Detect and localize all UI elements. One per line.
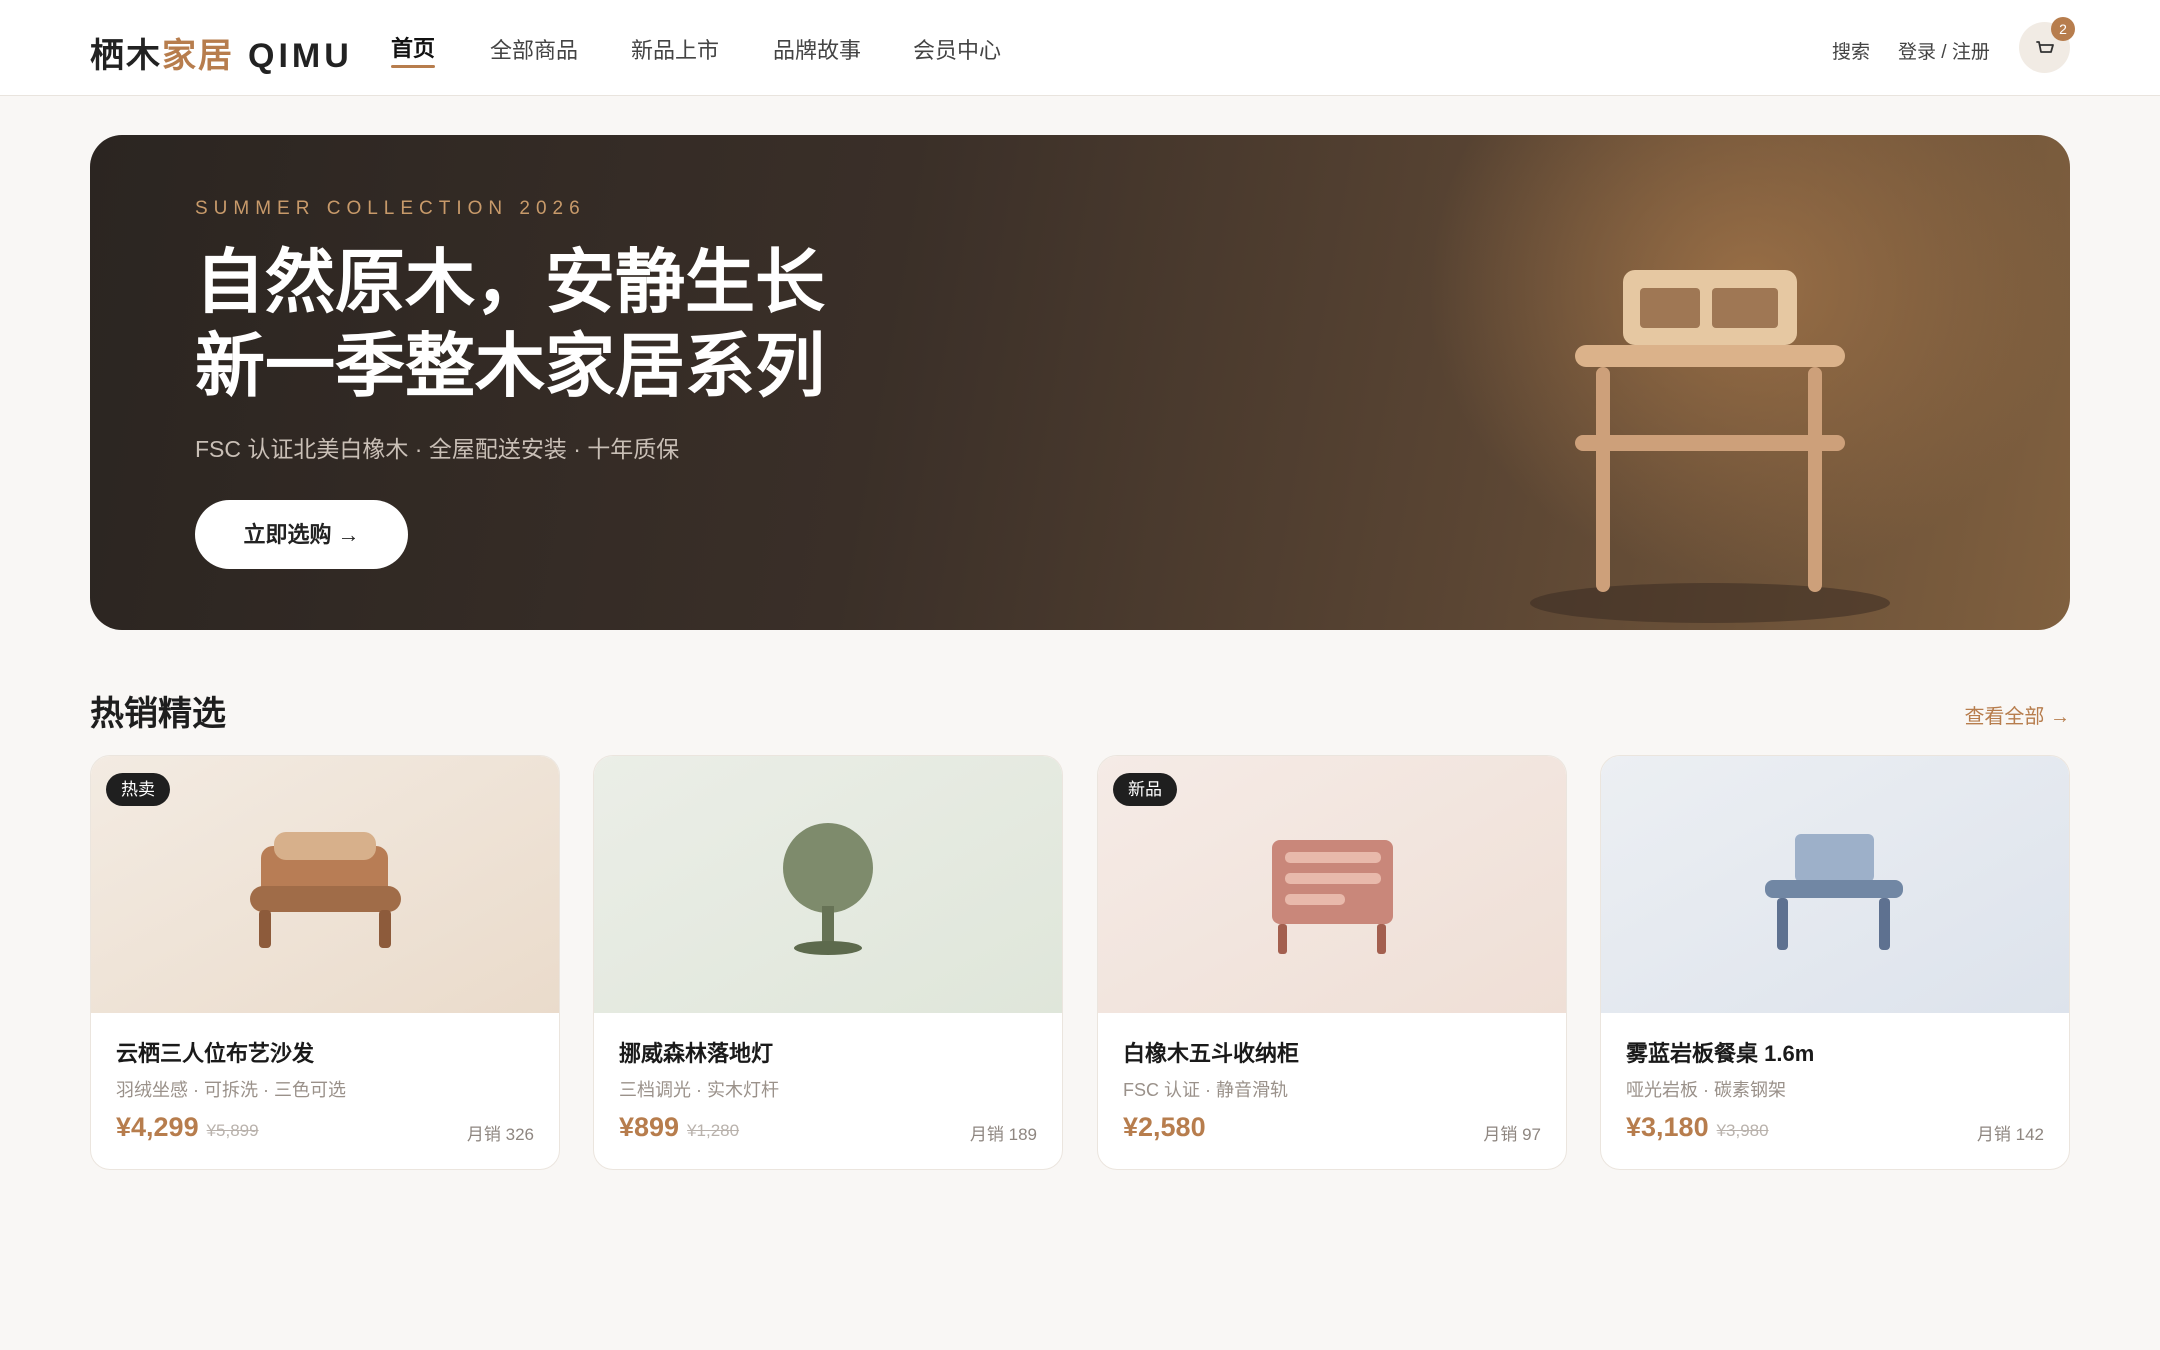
product-old-price: ¥3,980 <box>1716 1121 1769 1140</box>
product-price: ¥2,580 <box>1123 1112 1206 1142</box>
view-all-link[interactable]: 查看全部 → <box>1964 700 2070 729</box>
product-name: 雾蓝岩板餐桌 1.6m <box>1626 1041 1815 1066</box>
nav-item-home[interactable]: 首页 <box>391 31 436 68</box>
product-price-row: ¥2,580 <box>1123 1112 1206 1143</box>
hero-eyebrow: SUMMER COLLECTION 2026 <box>195 198 586 219</box>
product-price: ¥899 <box>619 1112 680 1142</box>
hero-subtitle: FSC 认证北美白橡木 · 全屋配送安装 · 十年质保 <box>195 436 680 462</box>
logo-text-1: 栖木 <box>90 37 162 75</box>
product-price-row: ¥4,299 ¥5,899 <box>116 1112 259 1143</box>
hero-title-line-1: 自然原木，安静生长 <box>195 243 825 321</box>
product-price: ¥3,180 <box>1626 1112 1709 1142</box>
hero-title: 自然原木，安静生长 新一季整木家居系列 <box>195 240 825 408</box>
table-illustration <box>1601 756 2069 1013</box>
search-link[interactable]: 搜索 <box>1832 37 1870 64</box>
product-card-table[interactable]: 雾蓝岩板餐桌 1.6m 哑光岩板 · 碳素钢架 ¥3,180 ¥3,980 月销 … <box>1600 755 2070 1170</box>
nav-item-brand-story[interactable]: 品牌故事 <box>773 33 861 65</box>
hero-title-line-2: 新一季整木家居系列 <box>195 327 825 405</box>
logo-latin: QIMU <box>248 37 353 75</box>
product-sales: 月销 189 <box>969 1125 1037 1144</box>
login-register-link[interactable]: 登录 / 注册 <box>1898 37 1990 64</box>
logo-text-2: 家居 <box>162 37 234 75</box>
product-price-row: ¥899 ¥1,280 <box>619 1112 739 1143</box>
lamp-illustration <box>594 756 1062 1013</box>
product-sales: 月销 326 <box>466 1125 534 1144</box>
product-price-row: ¥3,180 ¥3,980 <box>1626 1112 1769 1143</box>
product-card-lamp[interactable]: 挪威森林落地灯 三档调光 · 实木灯杆 ¥899 ¥1,280 月销 189 <box>593 755 1063 1170</box>
nav-item-new-arrivals[interactable]: 新品上市 <box>631 33 719 65</box>
shop-now-button[interactable]: 立即选购 → <box>195 500 408 569</box>
product-old-price: ¥1,280 <box>687 1121 740 1140</box>
nav-item-all-products[interactable]: 全部商品 <box>490 33 578 65</box>
product-name: 白橡木五斗收纳柜 <box>1123 1041 1300 1066</box>
top-header: 栖木家居 QIMU 首页 全部商品 新品上市 品牌故事 会员中心 搜索 登录 / … <box>0 0 2160 96</box>
product-desc: 哑光岩板 · 碳素钢架 <box>1626 1080 1786 1100</box>
brand-logo[interactable]: 栖木家居 QIMU <box>90 28 353 77</box>
product-old-price: ¥5,899 <box>206 1121 259 1140</box>
product-price: ¥4,299 <box>116 1112 199 1142</box>
product-desc: 羽绒坐感 · 可拆洗 · 三色可选 <box>116 1080 346 1100</box>
nav-label: 首页 <box>391 36 436 61</box>
section-title: 热销精选 <box>90 695 226 733</box>
product-sales: 月销 97 <box>1483 1125 1541 1144</box>
product-desc: 三档调光 · 实木灯杆 <box>619 1080 779 1100</box>
product-name: 挪威森林落地灯 <box>619 1041 774 1066</box>
nav-item-membership[interactable]: 会员中心 <box>913 33 1001 65</box>
active-nav-indicator <box>391 65 436 68</box>
product-card-sofa[interactable]: 热卖 云栖三人位布艺沙发 羽绒坐感 · 可拆洗 · 三色可选 ¥4,299 ¥5,… <box>90 755 560 1170</box>
hero-banner: SUMMER COLLECTION 2026 自然原木，安静生长 新一季整木家居… <box>90 135 2070 630</box>
product-card-cabinet[interactable]: 新品 白橡木五斗收纳柜 FSC 认证 · 静音滑轨 ¥2,580 月销 97 <box>1097 755 1567 1170</box>
product-name: 云栖三人位布艺沙发 <box>116 1041 315 1066</box>
cart-count-badge: 2 <box>2051 17 2075 41</box>
cart-icon <box>2036 41 2054 53</box>
product-desc: FSC 认证 · 静音滑轨 <box>1123 1080 1288 1100</box>
product-badge: 热卖 <box>106 773 170 806</box>
product-badge: 新品 <box>1113 773 1177 806</box>
product-sales: 月销 142 <box>1976 1125 2044 1144</box>
